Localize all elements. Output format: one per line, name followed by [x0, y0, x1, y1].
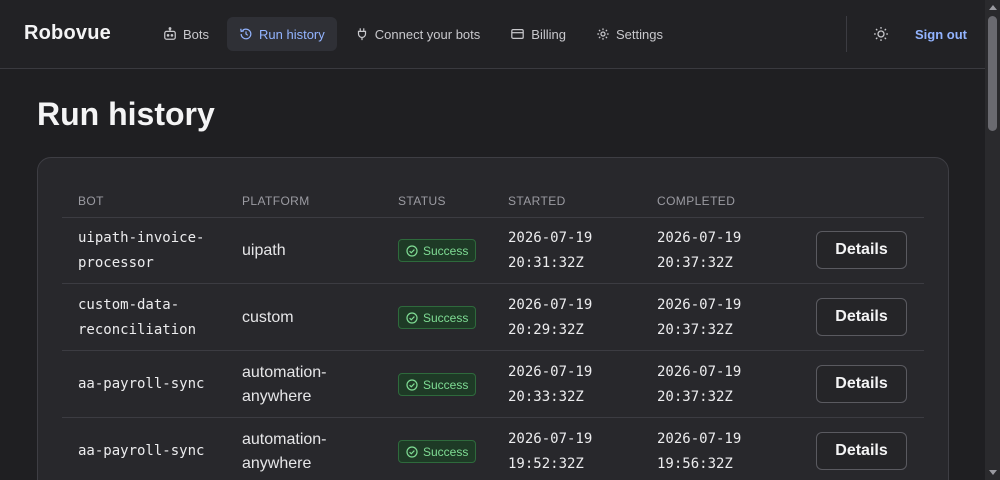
main-nav: Bots Run history Connect your bots Billi… — [151, 17, 681, 51]
table-row: custom-data-reconciliation custom Succes… — [62, 284, 924, 351]
status-badge: Success — [398, 440, 477, 463]
header-completed: COMPLETED — [657, 194, 736, 208]
scroll-down-arrow-icon[interactable] — [989, 470, 997, 475]
scroll-thumb[interactable] — [988, 16, 997, 131]
app-logo[interactable]: Robovue — [24, 22, 111, 45]
nav-divider — [846, 16, 847, 52]
completed-time: 2026-07-19 19:56:32Z — [657, 430, 742, 472]
status-badge: Success — [398, 306, 477, 329]
plug-icon — [357, 28, 366, 41]
bot-name: custom-data-reconciliation — [78, 296, 197, 338]
status-badge: Success — [398, 239, 477, 262]
check-circle-icon — [406, 378, 418, 391]
completed-time: 2026-07-19 20:37:32Z — [657, 296, 742, 338]
page-title: Run history — [37, 96, 215, 132]
bot-icon — [164, 27, 176, 40]
header-platform: PLATFORM — [242, 194, 310, 208]
table-header: BOT PLATFORM STATUS STARTED COMPLETED — [62, 158, 924, 218]
completed-time: 2026-07-19 20:37:32Z — [657, 229, 742, 271]
sign-out-link[interactable]: Sign out — [915, 27, 967, 42]
nav-label: Settings — [615, 26, 663, 42]
started-time: 2026-07-19 20:29:32Z — [508, 296, 593, 338]
header-started: STARTED — [508, 194, 566, 208]
check-circle-icon — [406, 445, 418, 458]
completed-time: 2026-07-19 20:37:32Z — [657, 363, 742, 405]
header-status: STATUS — [398, 194, 446, 208]
platform-name: automation-anywhere — [242, 430, 327, 472]
scroll-up-arrow-icon[interactable] — [989, 5, 997, 10]
nav-item-bots[interactable]: Bots — [151, 17, 221, 51]
header-bot: BOT — [78, 194, 104, 208]
details-button[interactable]: Details — [816, 298, 907, 336]
platform-name: automation-anywhere — [242, 363, 327, 405]
nav-item-run-history[interactable]: Run history — [227, 17, 337, 51]
check-circle-icon — [406, 311, 418, 324]
run-history-table: BOT PLATFORM STATUS STARTED COMPLETED ui… — [37, 157, 949, 480]
status-badge: Success — [398, 373, 477, 396]
nav-item-connect-bots[interactable]: Connect your bots — [343, 17, 493, 51]
top-nav-bar: Robovue Bots Run history Connect your bo… — [0, 0, 985, 69]
check-circle-icon — [406, 244, 418, 257]
table-row: aa-payroll-sync automation-anywhere Succ… — [62, 351, 924, 418]
nav-item-billing[interactable]: Billing — [498, 17, 578, 51]
bot-name: aa-payroll-sync — [78, 443, 205, 459]
nav-label: Bots — [183, 26, 210, 42]
nav-label: Billing — [531, 26, 566, 42]
page-scrollbar[interactable] — [985, 0, 1000, 480]
sun-icon — [874, 27, 888, 41]
nav-item-settings[interactable]: Settings — [584, 17, 675, 51]
details-button[interactable]: Details — [816, 432, 907, 470]
platform-name: uipath — [242, 241, 286, 259]
details-button[interactable]: Details — [816, 365, 907, 403]
table-row: aa-payroll-sync automation-anywhere Succ… — [62, 418, 924, 480]
credit-card-icon — [511, 29, 525, 39]
nav-label: Connect your bots — [374, 26, 481, 42]
bot-name: uipath-invoice-processor — [78, 229, 205, 271]
table-row: uipath-invoice-processor uipath Success … — [62, 217, 924, 284]
started-time: 2026-07-19 20:33:32Z — [508, 363, 593, 405]
gear-icon — [597, 28, 609, 40]
started-time: 2026-07-19 19:52:32Z — [508, 430, 593, 472]
details-button[interactable]: Details — [816, 231, 907, 269]
platform-name: custom — [242, 308, 294, 326]
nav-label: Run history — [259, 26, 325, 42]
bot-name: aa-payroll-sync — [78, 376, 205, 392]
history-icon — [240, 28, 252, 40]
theme-toggle-button[interactable] — [872, 25, 890, 43]
started-time: 2026-07-19 20:31:32Z — [508, 229, 593, 271]
